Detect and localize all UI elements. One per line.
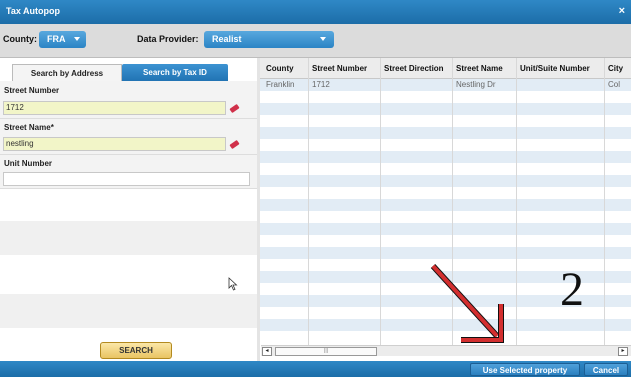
column-divider: [380, 58, 381, 345]
column-header-street-direction[interactable]: Street Direction: [384, 64, 444, 73]
table-row[interactable]: [260, 151, 631, 163]
table-row[interactable]: [260, 235, 631, 247]
tab-search-by-address[interactable]: Search by Address: [12, 64, 122, 81]
county-label: County:: [3, 34, 37, 44]
data-provider-label: Data Provider:: [137, 34, 199, 44]
column-divider: [604, 58, 605, 345]
column-divider: [516, 58, 517, 345]
street-name-row: Street Name* nestling: [0, 119, 257, 155]
table-row[interactable]: [260, 211, 631, 223]
toolbar: County: FRA Data Provider: Realist: [0, 24, 631, 58]
data-provider-dropdown[interactable]: Realist: [204, 31, 334, 48]
table-row[interactable]: [260, 115, 631, 127]
table-row[interactable]: [260, 175, 631, 187]
scroll-right-icon[interactable]: ▸: [618, 347, 628, 356]
county-dropdown[interactable]: FRA: [39, 31, 86, 48]
tab-search-by-tax-id[interactable]: Search by Tax ID: [122, 64, 228, 81]
table-row[interactable]: [260, 199, 631, 211]
table-row[interactable]: [260, 127, 631, 139]
unit-number-row: Unit Number: [0, 155, 257, 189]
scroll-left-icon[interactable]: ◂: [262, 347, 272, 356]
cancel-button[interactable]: Cancel: [584, 363, 628, 376]
eraser-icon[interactable]: [229, 139, 240, 150]
table-cell: Nestling Dr: [456, 80, 496, 89]
annotation-number: 2: [560, 263, 584, 316]
footer-bar: Use Selected property Cancel: [0, 361, 631, 377]
table-row[interactable]: Franklin 1712 Nestling Dr Col: [260, 79, 631, 91]
column-header-city[interactable]: City: [608, 64, 623, 73]
street-number-label: Street Number: [4, 86, 60, 95]
column-header-street-name[interactable]: Street Name: [456, 64, 503, 73]
column-header-county[interactable]: County: [266, 64, 294, 73]
search-tabs: Search by Address Search by Tax ID: [12, 64, 246, 81]
title-bar: Tax Autopop ×: [0, 0, 631, 24]
column-header-street-number[interactable]: Street Number: [312, 64, 367, 73]
window-title: Tax Autopop: [6, 6, 60, 16]
street-number-row: Street Number 1712: [0, 81, 257, 119]
table-row[interactable]: [260, 139, 631, 151]
county-value: FRA: [47, 34, 66, 44]
table-row[interactable]: [260, 223, 631, 235]
search-button[interactable]: SEARCH: [100, 342, 172, 359]
eraser-icon[interactable]: [229, 103, 240, 114]
table-cell: 1712: [312, 80, 330, 89]
grid-header: County Street Number Street Direction St…: [260, 58, 631, 79]
panel-stripe: [0, 221, 257, 255]
street-number-input[interactable]: 1712: [3, 101, 226, 115]
annotation-arrow-icon: [430, 263, 504, 343]
mouse-pointer-icon: [228, 277, 238, 291]
table-row[interactable]: [260, 187, 631, 199]
table-row[interactable]: [260, 103, 631, 115]
unit-number-label: Unit Number: [4, 159, 52, 168]
table-cell: Col: [608, 80, 621, 89]
close-icon[interactable]: ×: [619, 5, 625, 17]
column-header-unit-suite-number[interactable]: Unit/Suite Number: [520, 64, 590, 73]
use-selected-property-button[interactable]: Use Selected property: [470, 363, 580, 376]
table-row[interactable]: [260, 163, 631, 175]
chevron-down-icon: [320, 37, 326, 41]
street-name-label: Street Name*: [4, 123, 54, 132]
search-panel: Search by Address Search by Tax ID Stree…: [0, 58, 257, 361]
unit-number-input[interactable]: [3, 172, 250, 186]
table-row[interactable]: [260, 91, 631, 103]
table-cell: Franklin: [266, 80, 295, 89]
chevron-down-icon: [74, 37, 80, 41]
street-name-input[interactable]: nestling: [3, 137, 226, 151]
column-divider: [308, 58, 309, 345]
scroll-thumb[interactable]: |||: [275, 347, 377, 356]
data-provider-value: Realist: [212, 34, 242, 44]
panel-stripe: [0, 294, 257, 328]
